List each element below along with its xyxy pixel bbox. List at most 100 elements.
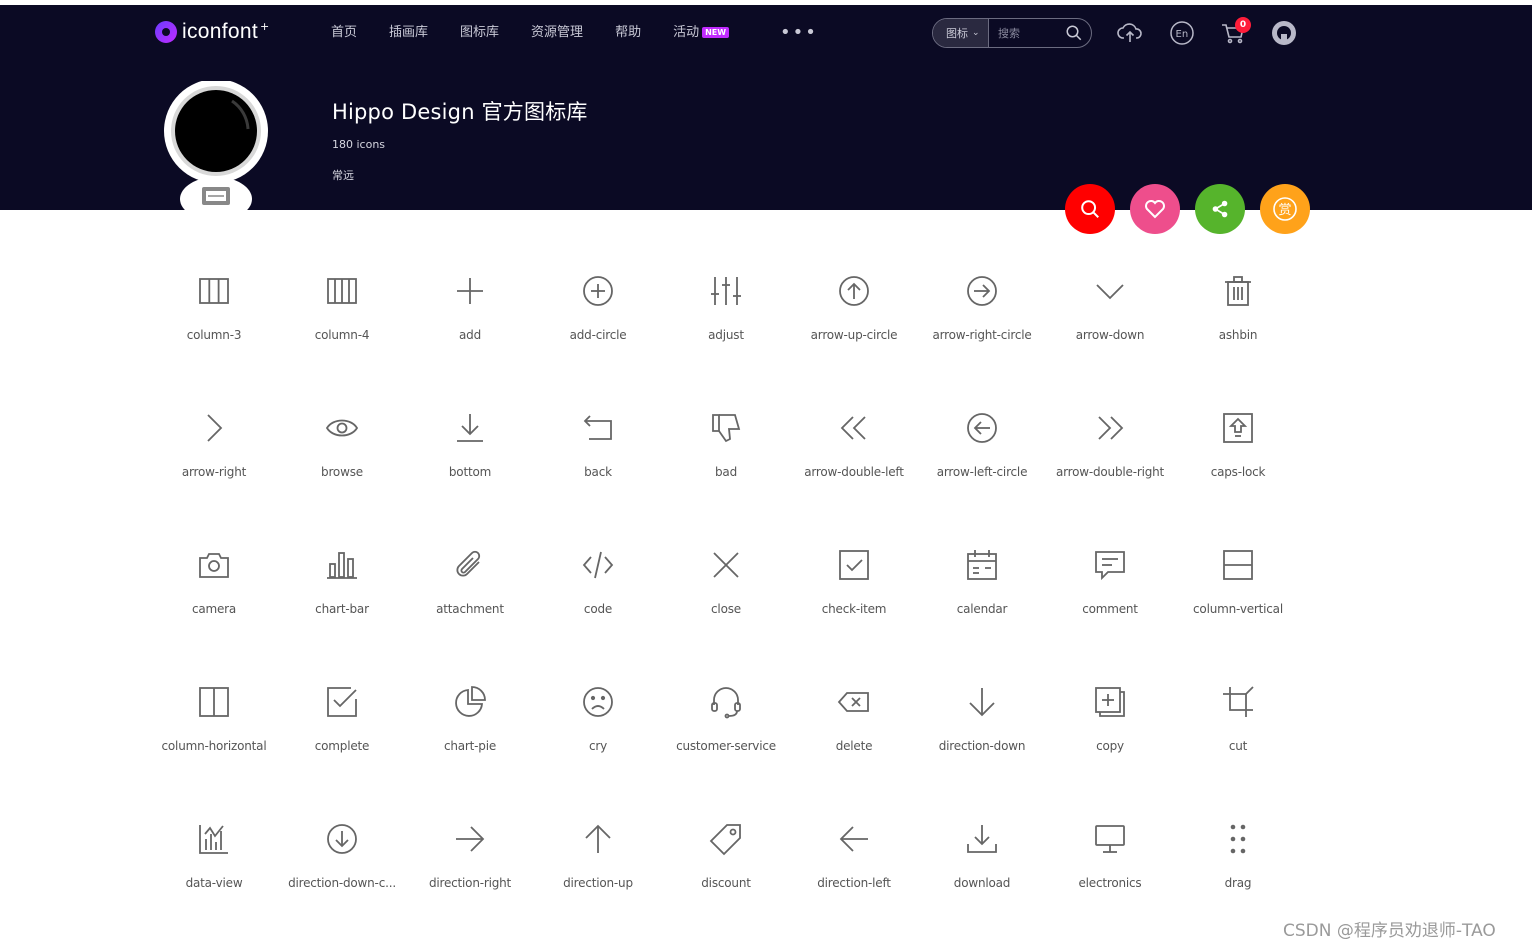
direction-up-icon xyxy=(585,824,611,853)
icon-cell[interactable]: data-view xyxy=(150,810,278,947)
icon-name: adjust xyxy=(708,328,744,342)
library-icon-count: 180 icons xyxy=(332,138,386,151)
icon-cell[interactable]: complete xyxy=(278,673,406,810)
search-type-select[interactable]: 图标 ⌄ xyxy=(933,19,989,47)
new-badge: NEW xyxy=(702,27,730,38)
data-view-icon xyxy=(199,825,228,854)
icon-cell[interactable]: add xyxy=(406,262,534,399)
icon-cell[interactable]: column-horizontal xyxy=(150,673,278,810)
icon-cell[interactable]: arrow-double-right xyxy=(1046,399,1174,536)
icon-cell[interactable]: direction-right xyxy=(406,810,534,947)
icon-cell[interactable]: bottom xyxy=(406,399,534,536)
nav-item-help[interactable]: 帮助 xyxy=(615,23,641,43)
attachment-icon xyxy=(456,550,481,577)
icon-name: comment xyxy=(1082,602,1138,616)
reward-button[interactable]: 赏 xyxy=(1260,184,1310,234)
icon-name: chart-pie xyxy=(443,739,497,753)
icon-cell[interactable]: browse xyxy=(278,399,406,536)
iconfont-logo[interactable]: iconfont + xyxy=(155,18,269,46)
icon-name: cry xyxy=(588,739,608,753)
search-input[interactable] xyxy=(998,26,1068,40)
icon-cell[interactable]: camera xyxy=(150,536,278,673)
icon-cell[interactable]: column-3 xyxy=(150,262,278,399)
icon-cell[interactable]: direction-up xyxy=(534,810,662,947)
icon-cell[interactable]: adjust xyxy=(662,262,790,399)
icon-grid: column-3 column-4 add add-circle adjust … xyxy=(150,262,1302,947)
icon-cell[interactable]: arrow-down xyxy=(1046,262,1174,399)
icon-cell[interactable]: delete xyxy=(790,673,918,810)
user-avatar-icon[interactable] xyxy=(1271,20,1297,46)
icon-cell[interactable]: direction-down xyxy=(918,673,1046,810)
icon-cell[interactable]: calendar xyxy=(918,536,1046,673)
icon-cell[interactable]: check-item xyxy=(790,536,918,673)
icon-name: arrow-double-right xyxy=(1055,465,1165,479)
icon-cell[interactable]: caps-lock xyxy=(1174,399,1302,536)
nav-more-icon[interactable]: ••• xyxy=(780,24,818,42)
icon-cell[interactable]: chart-pie xyxy=(406,673,534,810)
copy-icon xyxy=(1095,687,1125,717)
icon-name: direction-down xyxy=(938,739,1026,753)
icon-cell[interactable]: chart-bar xyxy=(278,536,406,673)
icon-cell[interactable]: discount xyxy=(662,810,790,947)
icon-name: customer-service xyxy=(676,739,776,753)
icon-name: arrow-up-circle xyxy=(810,328,898,342)
icon-cell[interactable]: bad xyxy=(662,399,790,536)
nav-item-events[interactable]: 活动 NEW xyxy=(673,23,730,43)
icon-cell[interactable]: direction-left xyxy=(790,810,918,947)
column-3-icon xyxy=(199,278,229,304)
direction-right-icon xyxy=(456,826,485,852)
icon-cell[interactable]: arrow-double-left xyxy=(790,399,918,536)
icon-cell[interactable]: cry xyxy=(534,673,662,810)
download-icon xyxy=(967,825,997,853)
icon-cell[interactable]: arrow-left-circle xyxy=(918,399,1046,536)
search-library-button[interactable] xyxy=(1065,184,1115,234)
icon-cell[interactable]: copy xyxy=(1046,673,1174,810)
icon-name: back xyxy=(584,465,612,479)
icon-cell[interactable]: direction-down-c... xyxy=(278,810,406,947)
icon-cell[interactable]: ashbin xyxy=(1174,262,1302,399)
icon-cell[interactable]: column-4 xyxy=(278,262,406,399)
icon-cell[interactable]: code xyxy=(534,536,662,673)
icon-name: attachment xyxy=(436,602,504,616)
upload-cloud-icon[interactable] xyxy=(1117,20,1143,46)
icon-cell[interactable]: arrow-up-circle xyxy=(790,262,918,399)
arrow-double-left-icon xyxy=(840,416,866,440)
nav-item-resources[interactable]: 资源管理 xyxy=(531,23,583,43)
icon-name: bad xyxy=(715,465,737,479)
icon-name: arrow-right-circle xyxy=(932,328,1032,342)
main-nav: 首页 插画库 图标库 资源管理 帮助 活动 NEW xyxy=(331,23,731,43)
nav-item-illustrations[interactable]: 插画库 xyxy=(389,23,428,43)
ashbin-icon xyxy=(1225,276,1251,306)
direction-left-icon xyxy=(839,826,868,852)
icon-name: cut xyxy=(1228,739,1248,753)
icon-cell[interactable]: arrow-right-circle xyxy=(918,262,1046,399)
search-icon[interactable] xyxy=(1065,24,1083,42)
icon-cell[interactable]: cut xyxy=(1174,673,1302,810)
icon-cell[interactable]: comment xyxy=(1046,536,1174,673)
share-icon xyxy=(1212,200,1228,218)
icon-cell[interactable]: column-vertical xyxy=(1174,536,1302,673)
column-4-icon xyxy=(327,278,357,304)
icon-cell[interactable]: electronics xyxy=(1046,810,1174,947)
icon-name: discount xyxy=(701,876,751,890)
share-button[interactable] xyxy=(1195,184,1245,234)
library-author[interactable]: 常远 xyxy=(332,167,354,183)
icon-cell[interactable]: arrow-right xyxy=(150,399,278,536)
caps-lock-icon xyxy=(1223,413,1253,443)
icon-cell[interactable]: customer-service xyxy=(662,673,790,810)
nav-item-home[interactable]: 首页 xyxy=(331,23,357,43)
language-en-icon[interactable]: En xyxy=(1169,20,1195,46)
nav-item-icons[interactable]: 图标库 xyxy=(460,23,499,43)
icon-cell[interactable]: back xyxy=(534,399,662,536)
electronics-icon xyxy=(1095,825,1125,853)
icon-cell[interactable]: attachment xyxy=(406,536,534,673)
favorite-button[interactable] xyxy=(1130,184,1180,234)
chart-pie-icon xyxy=(455,686,486,717)
icon-cell[interactable]: close xyxy=(662,536,790,673)
icon-cell[interactable]: add-circle xyxy=(534,262,662,399)
icon-name: camera xyxy=(191,602,237,616)
direction-down-icon xyxy=(969,688,995,717)
icon-cell[interactable]: download xyxy=(918,810,1046,947)
code-icon xyxy=(582,551,614,579)
icon-name: add-circle xyxy=(569,328,627,342)
